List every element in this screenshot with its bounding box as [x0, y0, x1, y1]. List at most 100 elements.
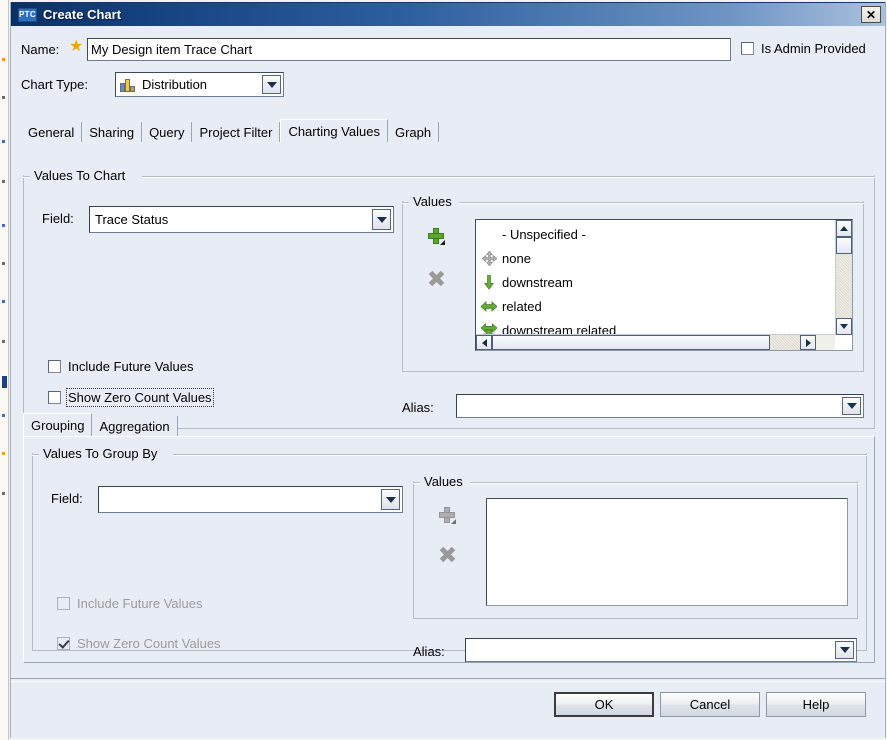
ok-button[interactable]: OK — [554, 692, 654, 717]
chart-type-label: Chart Type: — [21, 77, 88, 92]
chart-alias-dropdown-arrow-icon[interactable] — [842, 397, 861, 415]
vertical-scrollbar-thumb[interactable] — [836, 237, 852, 254]
window-title: Create Chart — [43, 7, 122, 22]
chart-type-combobox[interactable]: Distribution — [115, 72, 284, 97]
chart-alias-label: Alias: — [402, 400, 434, 415]
ptc-logo-icon: PTC — [18, 7, 37, 22]
scroll-left-arrow-icon[interactable] — [476, 335, 492, 350]
name-row: Name: ★ Is Admin Provided — [11, 38, 885, 64]
chart-values-list-item[interactable]: downstream — [476, 270, 834, 294]
horizontal-scrollbar-track[interactable] — [770, 335, 800, 350]
background-window-strip — [0, 0, 9, 740]
chart-field-value: Trace Status — [95, 212, 169, 227]
group-add-plus-icon — [437, 504, 459, 526]
chart-values-list-item[interactable]: related — [476, 294, 834, 318]
tab-aggregation[interactable]: Aggregation — [92, 416, 178, 436]
title-bar[interactable]: PTC Create Chart ✕ — [11, 2, 885, 26]
horizontal-scrollbar[interactable] — [476, 334, 835, 350]
vertical-scrollbar-track[interactable] — [836, 254, 852, 318]
group-include-future-values-checkbox: Include Future Values — [57, 596, 203, 611]
tab-grouping[interactable]: Grouping — [23, 413, 93, 436]
group-field-label: Field: — [51, 491, 83, 506]
is-admin-provided-checkbox[interactable]: Is Admin Provided — [741, 41, 866, 56]
scroll-up-arrow-icon[interactable] — [836, 220, 852, 237]
chart-values-list-item-label: related — [502, 298, 542, 314]
chart-values-list-item-label: none — [502, 250, 531, 266]
chart-show-zero-count-values-checkbox[interactable]: Show Zero Count Values — [48, 388, 214, 407]
required-star-icon: ★ — [69, 38, 84, 55]
chart-field-label: Field: — [42, 211, 74, 226]
tab-project-filter[interactable]: Project Filter — [192, 122, 281, 142]
scroll-down-arrow-icon[interactable] — [836, 318, 852, 335]
tab-label: Charting Values — [288, 123, 380, 139]
tab-label: Query — [149, 124, 185, 140]
grouping-tab-strip: Grouping Aggregation — [23, 413, 178, 436]
chart-values-list-item[interactable]: none — [476, 246, 834, 270]
chart-alias-combobox[interactable] — [456, 394, 864, 418]
group-include-future-values-label: Include Future Values — [77, 596, 203, 611]
group-values-listbox[interactable] — [486, 498, 848, 606]
group-include-future-values-box — [57, 597, 70, 610]
tab-charting-values[interactable]: Charting Values — [280, 119, 388, 142]
chart-field-dropdown-arrow-icon[interactable] — [372, 209, 391, 230]
chart-type-row: Chart Type: Distribution — [11, 72, 885, 100]
tab-label: Aggregation — [99, 418, 170, 434]
create-chart-dialog: PTC Create Chart ✕ Name: ★ Is Admin Prov… — [10, 2, 886, 738]
chart-values-listbox[interactable]: - Unspecified - none downstream related down… — [475, 219, 853, 351]
chart-values-list-item-label: - Unspecified - — [502, 226, 586, 242]
chart-type-dropdown-arrow-icon[interactable] — [262, 75, 281, 94]
bar-chart-icon — [120, 78, 136, 92]
scroll-right-arrow-icon[interactable] — [800, 335, 816, 350]
remove-x-icon[interactable] — [426, 268, 448, 290]
values-to-group-by-group-title: Values To Group By — [39, 446, 162, 461]
group-values-group-title: Values — [420, 474, 467, 489]
chart-include-future-values-checkbox[interactable]: Include Future Values — [48, 359, 194, 374]
chart-values-list-item-label: downstream — [502, 274, 573, 290]
chart-values-list-item[interactable]: - Unspecified - — [476, 222, 834, 246]
group-show-zero-count-values-label: Show Zero Count Values — [77, 636, 221, 651]
chart-include-future-values-box[interactable] — [48, 360, 61, 373]
group-show-zero-count-values-box — [57, 637, 70, 650]
values-to-chart-group: Values To Chart Field: Trace Status Incl… — [23, 168, 875, 429]
group-alias-combobox[interactable] — [465, 638, 857, 662]
group-field-dropdown-arrow-icon[interactable] — [381, 489, 400, 510]
chart-values-group: Values - Unspecified - none downstream rela… — [402, 194, 864, 372]
name-input[interactable] — [87, 38, 731, 61]
chart-values-group-title: Values — [409, 194, 456, 209]
main-tab-strip: General Sharing Query Project Filter Chartin… — [21, 119, 440, 142]
is-admin-provided-label: Is Admin Provided — [761, 41, 866, 56]
group-alias-dropdown-arrow-icon[interactable] — [835, 641, 854, 659]
dialog-button-bar: OK Cancel Help — [11, 678, 885, 738]
values-to-chart-group-title: Values To Chart — [30, 168, 130, 183]
down-arrow-icon — [480, 274, 498, 290]
dialog-content: Name: ★ Is Admin Provided Chart Type: Di… — [11, 26, 885, 738]
group-values-group: Values — [413, 474, 858, 619]
chart-show-zero-count-values-box[interactable] — [48, 391, 61, 404]
vertical-scrollbar[interactable] — [835, 220, 852, 335]
left-right-arrow-icon — [480, 298, 498, 314]
tab-query[interactable]: Query — [142, 122, 193, 142]
tab-general[interactable]: General — [21, 122, 83, 142]
tab-label: Graph — [394, 124, 432, 140]
group-field-combobox[interactable] — [98, 486, 403, 513]
group-show-zero-count-values-checkbox: Show Zero Count Values — [57, 636, 221, 651]
four-way-arrow-icon — [480, 250, 498, 266]
is-admin-provided-checkbox-box[interactable] — [741, 42, 754, 55]
name-label: Name: — [21, 42, 60, 57]
tab-sharing[interactable]: Sharing — [82, 122, 143, 142]
tab-graph[interactable]: Graph — [387, 122, 440, 142]
add-plus-icon[interactable] — [426, 225, 448, 247]
help-button[interactable]: Help — [766, 692, 866, 717]
chart-type-value: Distribution — [142, 77, 208, 92]
tab-label: Sharing — [89, 124, 135, 140]
cancel-button[interactable]: Cancel — [660, 692, 760, 717]
group-alias-label: Alias: — [413, 644, 445, 659]
chart-include-future-values-label: Include Future Values — [68, 359, 194, 374]
group-remove-x-icon — [437, 544, 459, 566]
tab-label: Project Filter — [199, 124, 273, 140]
close-icon[interactable]: ✕ — [861, 6, 881, 23]
values-to-group-by-group: Values To Group By Field: Include Future… — [32, 446, 867, 662]
horizontal-scrollbar-thumb[interactable] — [492, 335, 770, 350]
chart-field-combobox[interactable]: Trace Status — [89, 206, 394, 233]
chart-show-zero-count-values-label: Show Zero Count Values — [66, 388, 214, 407]
